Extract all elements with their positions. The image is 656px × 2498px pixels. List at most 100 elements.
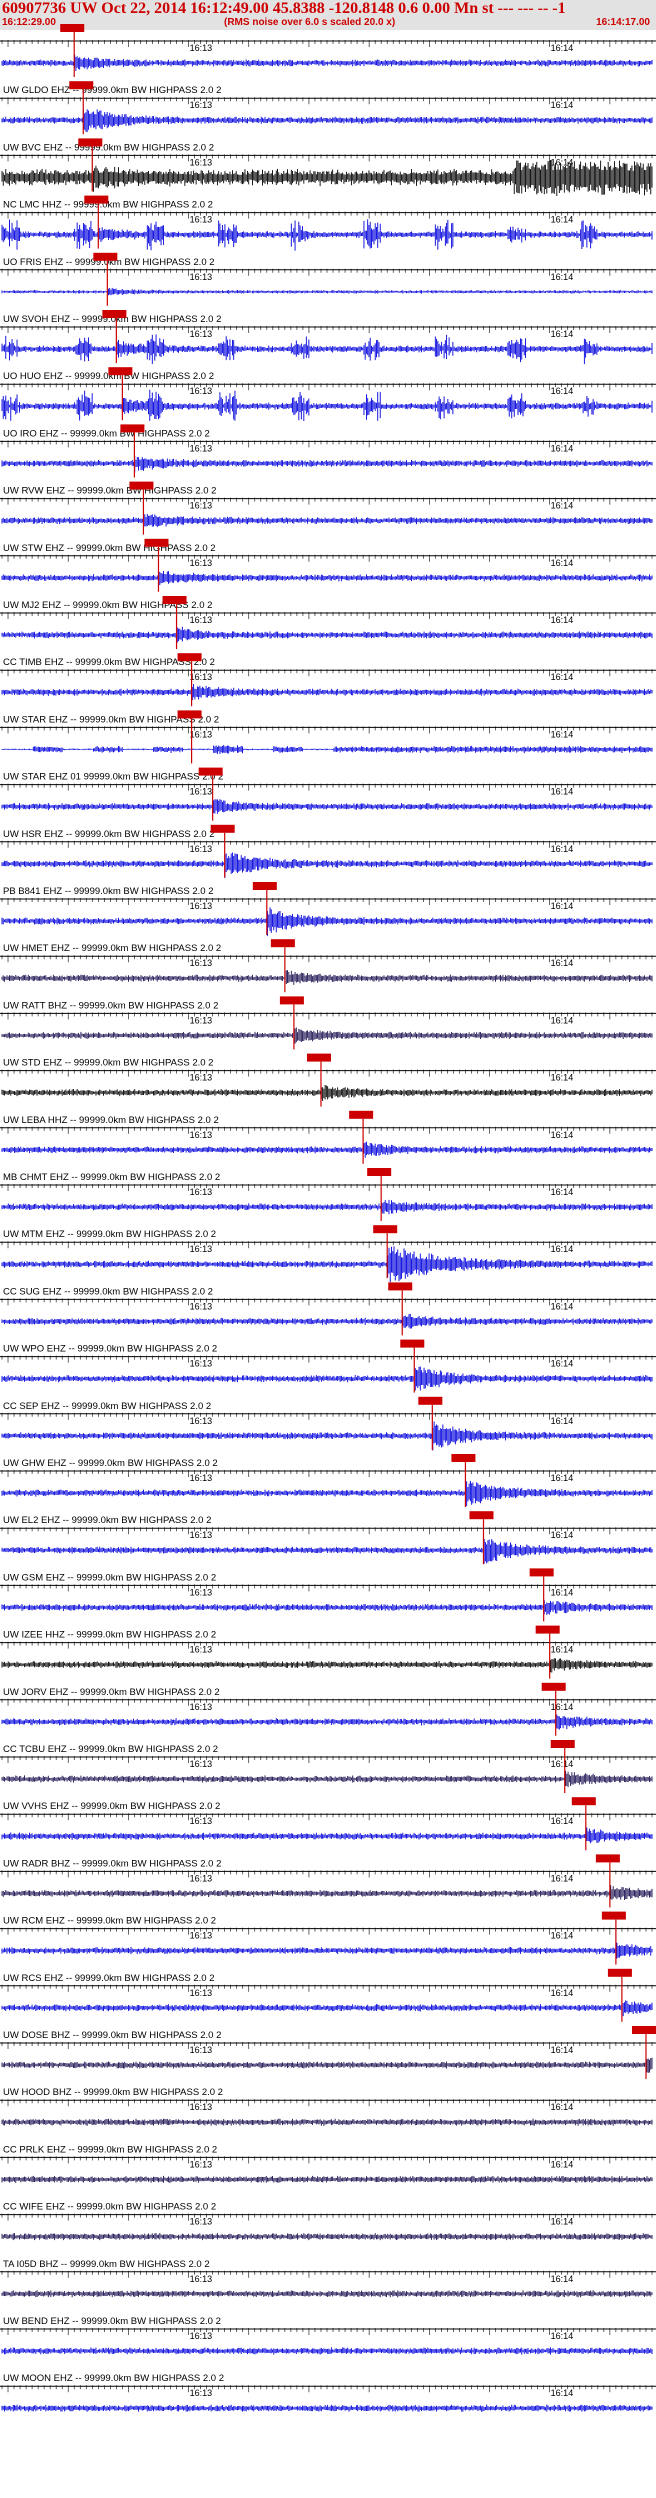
pick-marker	[84, 195, 109, 204]
station-label: UW GSM EHZ -- 99999.0km BW HIGHPASS 2.0 …	[3, 1572, 216, 1583]
time-label: 16:14	[551, 1587, 574, 1597]
waveform	[1, 1827, 653, 1844]
time-label: 16:14	[551, 1073, 574, 1083]
trace-35: 16:13 16:14 UW DOSE BHZ -- 99999.0km BW HI…	[0, 2026, 656, 2079]
station-label: UW HMET EHZ -- 99999.0km BW HIGHPASS 2.0…	[3, 943, 221, 954]
pick-marker	[60, 24, 85, 32]
waveform	[1, 1539, 653, 1564]
time-label: 16:13	[190, 844, 213, 854]
pick-marker	[595, 1854, 620, 1863]
station-label: CC TCBU EHZ -- 99999.0km BW HIGHPASS 2.0…	[3, 1744, 218, 1755]
time-label: 16:14	[551, 1530, 574, 1540]
time-label: 16:13	[190, 2102, 213, 2112]
waveform	[1, 287, 653, 296]
time-label: 16:14	[551, 1873, 574, 1883]
time-label: 16:13	[190, 2388, 213, 2398]
pick-marker	[631, 2026, 656, 2034]
time-label: 16:13	[190, 2045, 213, 2055]
trace-2: 16:13 16:14 UW BVC EHZ -- 99999.0km BW HIG…	[0, 138, 656, 196]
pick-marker	[571, 1797, 596, 1806]
trace-14: 16:13 16:14 UW HSR EHZ -- 99999.0km BW HIG…	[0, 824, 656, 878]
waveform	[1, 1199, 653, 1215]
station-label: UW STW EHZ -- 99999.0km BW HIGHPASS 2.0 …	[3, 543, 216, 554]
time-label: 16:14	[551, 386, 574, 396]
waveform	[1, 2057, 653, 2073]
time-label: 16:14	[551, 1759, 574, 1769]
pick-marker	[210, 824, 235, 833]
waveform	[1, 513, 653, 528]
waveform	[1, 1770, 653, 1788]
pick-marker	[162, 596, 187, 604]
pick-marker	[177, 710, 202, 719]
trace-23: 16:13 16:14 UW WPO EHZ -- 99999.0km BW HIG…	[0, 1339, 656, 1393]
time-label: 16:13	[190, 672, 213, 682]
time-label: 16:14	[551, 729, 574, 739]
station-label: MB CHMT EHZ -- 99999.0km BW HIGHPASS 2.0…	[3, 1172, 220, 1183]
trace-16: 16:13 16:14 UW HMET EHZ -- 99999.0km BW HI…	[0, 939, 656, 993]
trace-22: 16:13 16:14 CC SUG EHZ -- 99999.0km BW HIG…	[0, 1282, 656, 1336]
trace-39: 16:13 16:14 TA I05D BHZ -- 99999.0km BW HI…	[0, 2259, 656, 2298]
pick-marker	[144, 538, 169, 547]
waveform	[1, 1480, 653, 1507]
trace-40: 16:13 16:14 UW BEND EHZ -- 99999.0km BW HI…	[0, 2316, 656, 2355]
time-label: 16:13	[190, 100, 213, 110]
time-label: 16:13	[190, 1359, 213, 1369]
pick-marker	[451, 1454, 476, 1462]
trace-4: 16:13 16:14UO FRIS EHZ -- 99999.0km BW HI…	[0, 252, 656, 306]
time-label: 16:14	[551, 43, 574, 53]
time-label: 16:14	[551, 1473, 574, 1483]
time-label: 16:14	[551, 844, 574, 854]
time-label: 16:13	[190, 215, 213, 225]
time-label: 16:13	[190, 443, 213, 453]
time-label: 16:13	[190, 558, 213, 568]
waveform	[1, 2347, 653, 2355]
station-label: UW GLDO EHZ -- 99999.0km BW HIGHPASS 2.0…	[3, 85, 221, 96]
waveform	[1, 109, 653, 133]
waveform	[1, 1600, 653, 1615]
trace-27: 16:13 16:14 UW GSM EHZ -- 99999.0km BW HIG…	[0, 1568, 656, 1622]
trace-3: 16:13 16:14NC LMC HHZ -- 99999.0km BW HIG…	[0, 195, 656, 251]
waveform	[1, 745, 653, 754]
trace-24: 16:13 16:14 CC SEP EHZ -- 99999.0km BW HIG…	[0, 1396, 656, 1451]
time-label: 16:14	[551, 1931, 574, 1941]
pick-marker	[306, 1053, 331, 1062]
station-label: UW EL2 EHZ -- 99999.0km BW HIGHPASS 2.0 …	[3, 1515, 211, 1526]
pick-marker	[252, 882, 277, 890]
time-label: 16:14	[551, 787, 574, 797]
waveform	[1, 2404, 653, 2412]
pick-marker	[349, 1110, 374, 1119]
time-label: 16:13	[190, 615, 213, 625]
station-label: CC SEP EHZ -- 99999.0km BW HIGHPASS 2.0 …	[3, 1401, 211, 1412]
waveform	[1, 1313, 653, 1329]
time-label: 16:14	[551, 615, 574, 625]
time-label: 16:13	[190, 1873, 213, 1883]
time-label: 16:13	[190, 329, 213, 339]
trace-31: 16:13 16:14 UW VVHS EHZ -- 99999.0km BW HI…	[0, 1797, 656, 1851]
station-label: UW HOOD BHZ -- 99999.0km BW HIGHPASS 2.0…	[3, 2087, 223, 2098]
time-label: 16:14	[551, 672, 574, 682]
trace-21: 16:13 16:14 UW MTM EHZ -- 99999.0km BW HIG…	[0, 1225, 656, 1283]
station-label: UW JORV EHZ -- 99999.0km BW HIGHPASS 2.0…	[3, 1687, 220, 1698]
pick-marker	[108, 367, 133, 376]
waveform	[1, 2175, 653, 2184]
trace-36: 16:13 16:14 UW HOOD BHZ -- 99999.0km BW HI…	[0, 2087, 656, 2126]
pick-marker	[535, 1625, 560, 1634]
trace-8: 16:13 16:14 UW RVW EHZ -- 99999.0km BW HIG…	[0, 481, 656, 535]
pick-marker	[78, 138, 103, 147]
time-label: 16:14	[551, 443, 574, 453]
pick-marker	[270, 939, 295, 948]
time-label: 16:13	[190, 2217, 213, 2227]
time-label: 16:13	[190, 1015, 213, 1025]
time-label: 16:13	[190, 1130, 213, 1140]
trace-37: 16:13 16:14 CC PRLK EHZ -- 99999.0km BW HI…	[0, 2144, 656, 2184]
waveform	[1, 1366, 653, 1391]
station-label: UW MOON EHZ -- 99999.0km BW HIGHPASS 2.0…	[3, 2373, 224, 2384]
station-label: CC WIFE EHZ -- 99999.0km BW HIGHPASS 2.0…	[3, 2202, 216, 2213]
trace-34: 16:13 16:14 UW RCS EHZ -- 99999.0km BW HIG…	[0, 1968, 656, 2022]
time-label: 16:13	[190, 787, 213, 797]
time-label: 16:14	[551, 1187, 574, 1197]
waveform	[1, 1714, 653, 1730]
time-label: 16:13	[190, 1702, 213, 1712]
time-label: 16:14	[551, 958, 574, 968]
trace-7: 16:13 16:14 UO IRO EHZ -- 99999.0km BW HIG…	[0, 424, 656, 478]
